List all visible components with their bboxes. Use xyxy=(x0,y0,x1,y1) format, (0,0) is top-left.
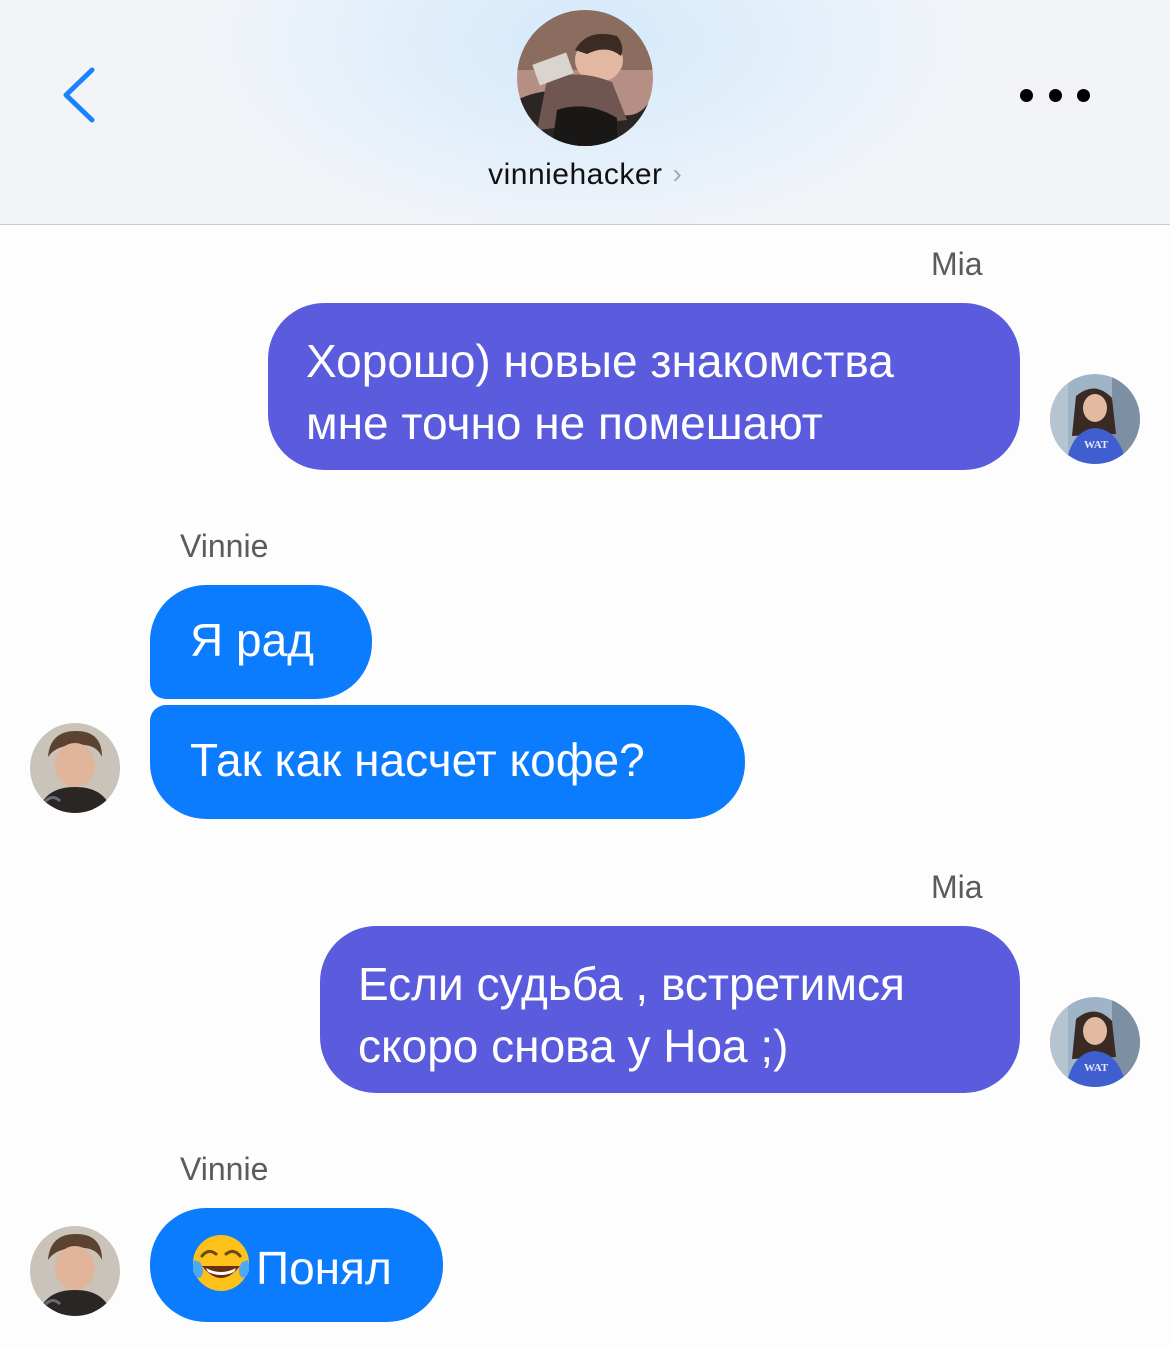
chat-screen: vinniehacker › Mia Хорошо) новые знакомст… xyxy=(0,0,1170,1346)
message-bubble-outgoing[interactable]: Хорошо) новые знакомства мне точно не по… xyxy=(268,303,1020,470)
message-line: Хорошо) новые знакомства xyxy=(306,335,894,387)
back-button[interactable] xyxy=(58,62,108,128)
message-line: Если судьба , встретимся xyxy=(358,958,905,1010)
contact-name: vinniehacker xyxy=(488,158,663,191)
message-line: мне точно не помешают xyxy=(306,397,823,449)
more-dots-icon xyxy=(1020,88,1033,102)
chevron-left-icon xyxy=(63,67,95,123)
svg-text:WAT: WAT xyxy=(1084,1062,1109,1074)
contact-name-link[interactable]: vinniehacker › xyxy=(0,158,1170,192)
chevron-right-icon: › xyxy=(672,158,682,189)
message-line: скоро снова у Ноа ;) xyxy=(358,1020,789,1072)
message-text: Понял xyxy=(256,1242,392,1294)
message-line: Так как насчет кофе? xyxy=(190,734,645,786)
message-line: Я рад xyxy=(190,614,315,666)
more-options-button[interactable] xyxy=(1020,80,1090,110)
message-bubble-outgoing[interactable]: Если судьба , встретимся скоро снова у Н… xyxy=(320,926,1020,1093)
sender-avatar-vinnie[interactable] xyxy=(30,723,120,813)
sender-label: Vinnie xyxy=(180,1151,269,1187)
svg-text:WAT: WAT xyxy=(1084,439,1109,451)
message-bubble-incoming[interactable]: Я рад xyxy=(150,585,372,699)
sender-label: Mia xyxy=(931,869,983,905)
sender-avatar-mia[interactable]: WAT xyxy=(1050,374,1140,464)
sender-avatar-mia[interactable]: WAT xyxy=(1050,997,1140,1087)
face-with-tears-of-joy-icon xyxy=(190,1232,252,1294)
chat-header: vinniehacker › xyxy=(0,0,1170,225)
sender-label: Vinnie xyxy=(180,528,269,564)
sender-label: Mia xyxy=(931,246,983,282)
message-bubble-incoming[interactable]: Так как насчет кофе? xyxy=(150,705,745,819)
contact-avatar[interactable] xyxy=(517,10,653,146)
message-bubble-incoming[interactable]: Понял xyxy=(150,1208,443,1322)
sender-avatar-vinnie[interactable] xyxy=(30,1226,120,1316)
